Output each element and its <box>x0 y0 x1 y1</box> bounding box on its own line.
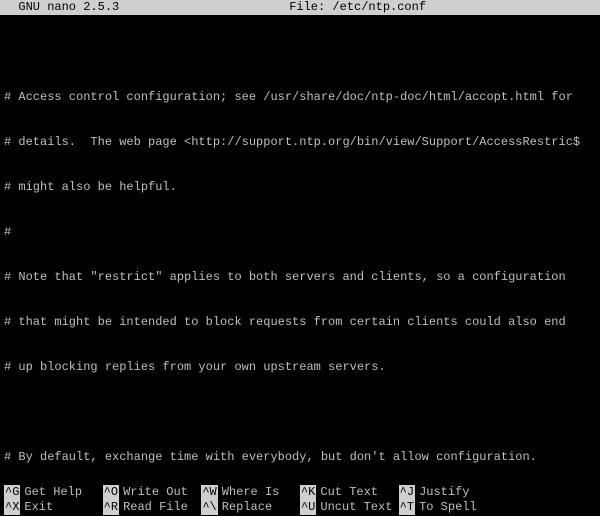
shortcut-key: ^X <box>4 500 20 515</box>
shortcut-key: ^T <box>399 500 415 515</box>
shortcut-spacer <box>497 485 596 500</box>
file-line: # <box>4 225 596 240</box>
editor-area[interactable]: # Access control configuration; see /usr… <box>0 15 600 485</box>
file-line: # Note that "restrict" applies to both s… <box>4 270 596 285</box>
shortcut-label: Get Help <box>24 485 82 500</box>
shortcut-key: ^G <box>4 485 20 500</box>
file-line: # up blocking replies from your own upst… <box>4 360 596 375</box>
shortcut-key: ^K <box>300 485 316 500</box>
shortcut-label: Exit <box>24 500 53 515</box>
shortcut-label: To Spell <box>419 500 477 515</box>
file-path: File: /etc/ntp.conf <box>289 0 426 15</box>
file-line <box>4 405 596 420</box>
nano-editor: GNU nano 2.5.3 File: /etc/ntp.conf # Acc… <box>0 0 600 516</box>
shortcut-key: ^O <box>103 485 119 500</box>
titlebar: GNU nano 2.5.3 File: /etc/ntp.conf <box>0 0 600 15</box>
shortcut-key: ^W <box>201 485 217 500</box>
file-line: # that might be intended to block reques… <box>4 315 596 330</box>
shortcut-get-help[interactable]: ^G Get Help <box>4 485 103 500</box>
shortcut-exit[interactable]: ^X Exit <box>4 500 103 515</box>
shortcut-to-spell[interactable]: ^T To Spell <box>399 500 498 515</box>
shortcut-cut-text[interactable]: ^K Cut Text <box>300 485 399 500</box>
shortcut-label: Read File <box>123 500 188 515</box>
shortcut-key: ^J <box>399 485 415 500</box>
shortcut-bar: ^G Get Help ^O Write Out ^W Where Is ^K Cut … <box>0 485 600 516</box>
shortcut-label: Write Out <box>123 485 188 500</box>
shortcut-key: ^\ <box>201 500 217 515</box>
shortcut-label: Replace <box>222 500 272 515</box>
shortcut-uncut-text[interactable]: ^U Uncut Text <box>300 500 399 515</box>
shortcut-justify[interactable]: ^J Justify <box>399 485 498 500</box>
file-line <box>4 45 596 60</box>
shortcut-spacer <box>497 500 596 515</box>
shortcut-label: Justify <box>419 485 469 500</box>
file-line: # details. The web page <http://support.… <box>4 135 596 150</box>
shortcut-label: Uncut Text <box>320 500 392 515</box>
shortcut-where-is[interactable]: ^W Where Is <box>201 485 300 500</box>
shortcut-label: Where Is <box>222 485 280 500</box>
app-name: GNU nano 2.5.3 <box>4 0 119 15</box>
shortcut-key: ^U <box>300 500 316 515</box>
file-line: # might also be helpful. <box>4 180 596 195</box>
file-line: # By default, exchange time with everybo… <box>4 450 596 465</box>
shortcut-label: Cut Text <box>320 485 378 500</box>
shortcut-replace[interactable]: ^\ Replace <box>201 500 300 515</box>
shortcut-read-file[interactable]: ^R Read File <box>103 500 202 515</box>
file-line: # Access control configuration; see /usr… <box>4 90 596 105</box>
shortcut-key: ^R <box>103 500 119 515</box>
shortcut-write-out[interactable]: ^O Write Out <box>103 485 202 500</box>
